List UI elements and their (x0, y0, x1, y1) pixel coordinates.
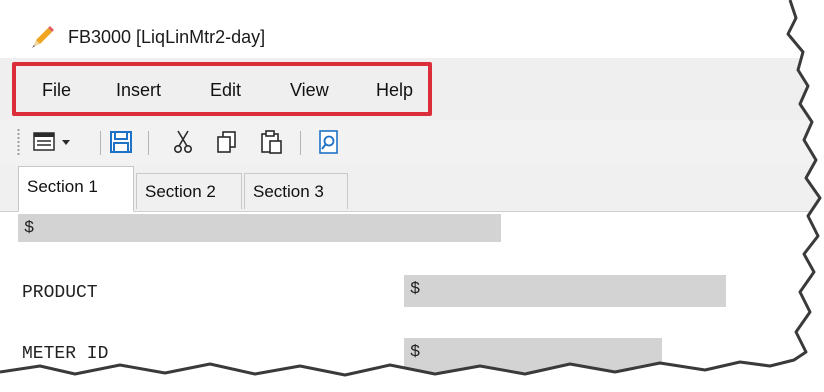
meter-id-field[interactable]: $ (404, 338, 662, 372)
meter-id-label: METER ID (22, 344, 109, 364)
application-window: FB3000 [LiqLinMtr2-day] File Insert Edit… (0, 0, 820, 375)
menu-highlight-box (12, 62, 432, 116)
paste-icon[interactable] (258, 129, 284, 155)
save-icon[interactable] (108, 129, 134, 155)
tab-section-1[interactable]: Section 1 (18, 166, 134, 212)
tab-section-3[interactable]: Section 3 (244, 173, 348, 209)
product-label: PRODUCT (22, 283, 98, 303)
toolbar-grip[interactable] (17, 128, 20, 156)
pencil-icon (32, 26, 54, 48)
toolbar-separator (148, 131, 149, 155)
toolbar-separator (100, 131, 101, 155)
window-title: FB3000 [LiqLinMtr2-day] (68, 27, 266, 47)
preview-icon[interactable] (316, 129, 342, 155)
tab-section-2[interactable]: Section 2 (136, 173, 242, 209)
product-field[interactable]: $ (404, 275, 726, 307)
screenshot-stage: FB3000 [LiqLinMtr2-day] File Insert Edit… (0, 0, 824, 392)
top-field[interactable]: $ (18, 214, 501, 242)
cut-icon[interactable] (170, 129, 196, 155)
layout-dropdown-icon[interactable] (32, 129, 76, 155)
toolbar-separator (300, 131, 301, 155)
copy-icon[interactable] (214, 129, 240, 155)
